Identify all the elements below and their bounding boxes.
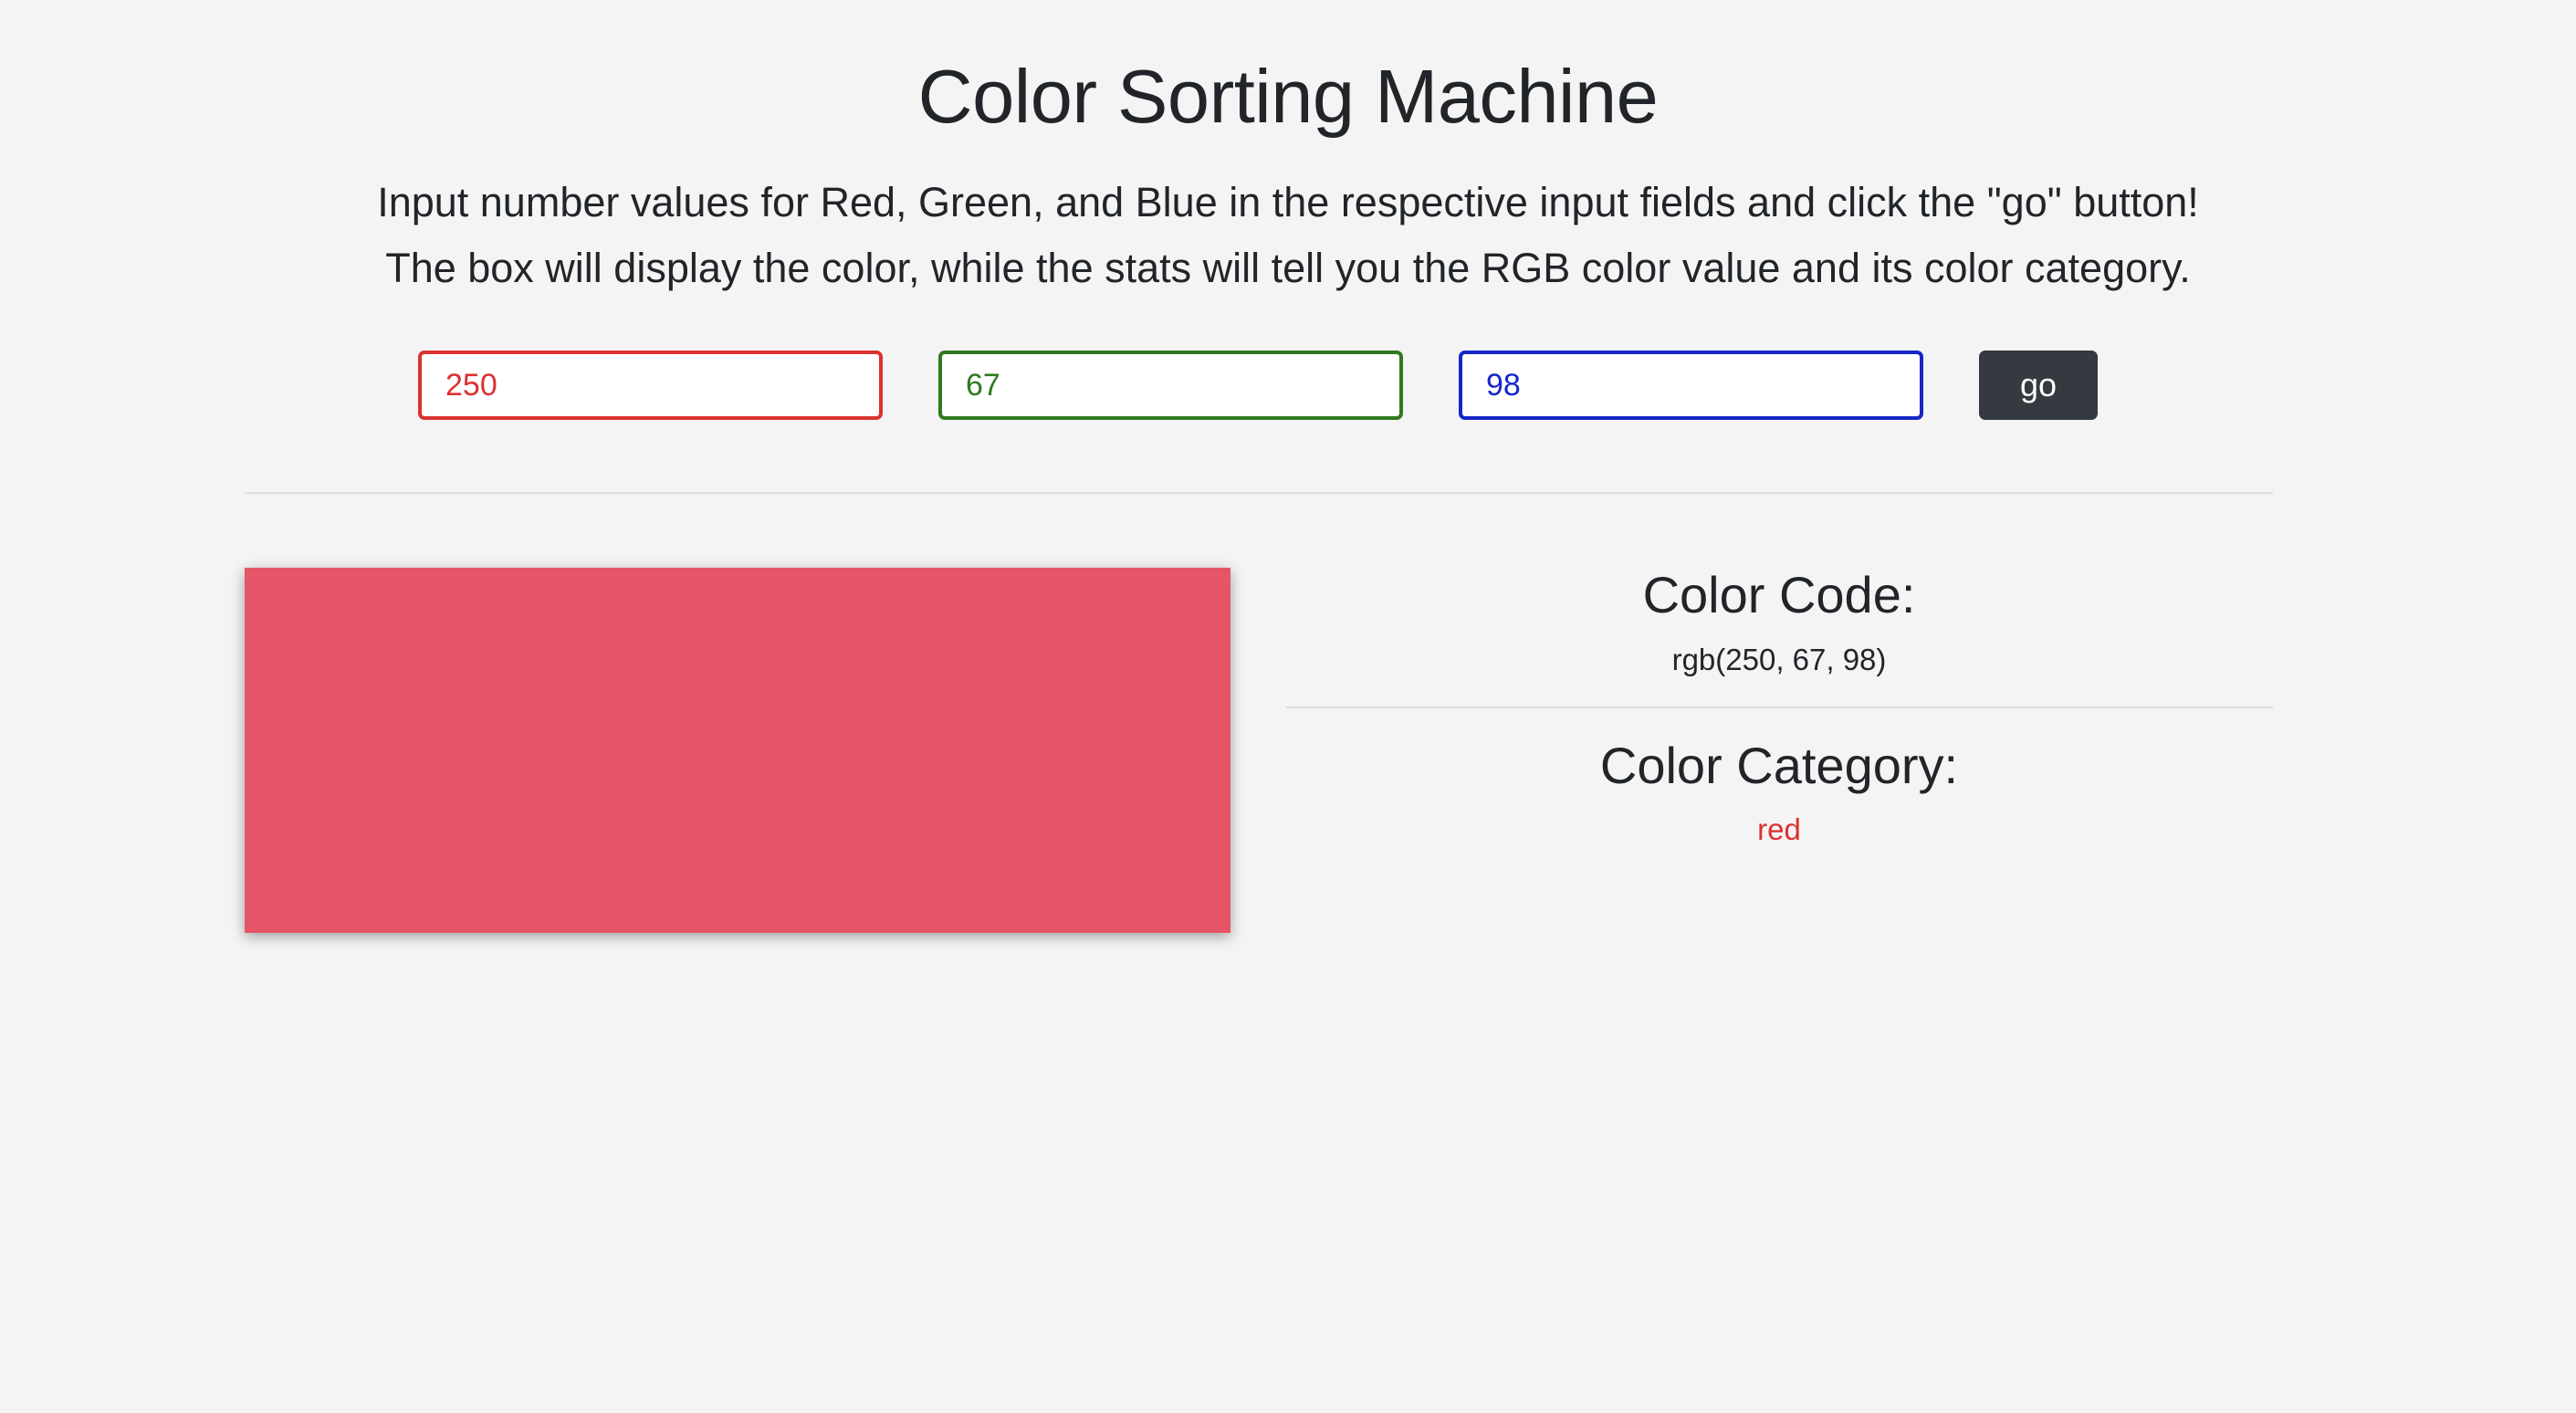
instructions-line-1: Input number values for Red, Green, and … bbox=[377, 179, 2199, 225]
instructions: Input number values for Red, Green, and … bbox=[0, 170, 2576, 301]
green-value-input[interactable] bbox=[938, 351, 1403, 420]
color-category-heading: Color Category: bbox=[1599, 737, 1959, 794]
color-code-heading: Color Code: bbox=[1642, 566, 1916, 623]
go-button[interactable]: go bbox=[1979, 351, 2098, 420]
page: Color Sorting Machine Input number value… bbox=[0, 0, 2576, 1413]
color-category-value: red bbox=[1757, 812, 1801, 846]
color-preview-box bbox=[245, 568, 1230, 933]
rgb-input-row: go bbox=[0, 351, 2576, 420]
section-divider bbox=[245, 492, 2273, 494]
color-code-value: rgb(250, 67, 98) bbox=[1671, 643, 1887, 676]
red-value-input[interactable] bbox=[418, 351, 883, 420]
blue-value-input[interactable] bbox=[1459, 351, 1923, 420]
instructions-line-2: The box will display the color, while th… bbox=[385, 245, 2191, 291]
stats-divider bbox=[1285, 706, 2273, 708]
page-title: Color Sorting Machine bbox=[917, 54, 1659, 139]
